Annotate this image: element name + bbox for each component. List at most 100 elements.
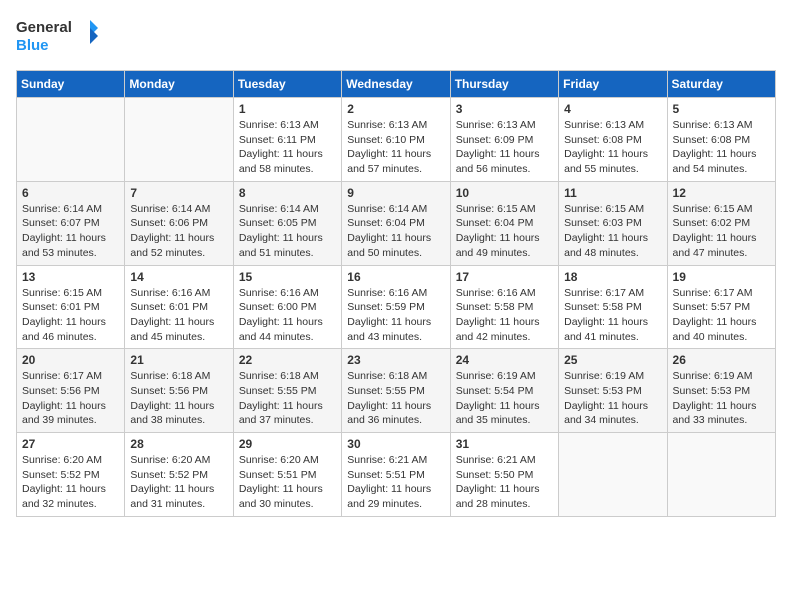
- calendar-cell: 9 Sunrise: 6:14 AM Sunset: 6:04 PM Daylig…: [342, 181, 450, 265]
- week-row-5: 27Sunrise: 6:20 AM Sunset: 5:52 PM Dayli…: [17, 433, 776, 517]
- calendar-cell: 7 Sunrise: 6:14 AM Sunset: 6:06 PM Daylig…: [125, 181, 233, 265]
- calendar-cell: 1 Sunrise: 6:13 AM Sunset: 6:11 PM Daylig…: [233, 98, 341, 182]
- day-number: 3: [456, 102, 553, 116]
- calendar-cell: 29 Sunrise: 6:20 AM Sunset: 5:51 PM Dayli…: [233, 433, 341, 517]
- calendar-cell: 8 Sunrise: 6:14 AM Sunset: 6:05 PM Daylig…: [233, 181, 341, 265]
- day-info: Sunrise: 6:20 AM Sunset: 5:51 PM Dayligh…: [239, 453, 336, 512]
- day-info: Sunrise: 6:17 AM Sunset: 5:58 PM Dayligh…: [564, 286, 661, 345]
- day-info: Sunrise: 6:14 AM Sunset: 6:05 PM Dayligh…: [239, 202, 336, 261]
- calendar-cell: 25 Sunrise: 6:19 AM Sunset: 5:53 PM Dayli…: [559, 349, 667, 433]
- day-info: Sunrise: 6:13 AM Sunset: 6:11 PM Dayligh…: [239, 118, 336, 177]
- weekday-header-friday: Friday: [559, 71, 667, 98]
- calendar-cell: 20 Sunrise: 6:17 AM Sunset: 5:56 PM Dayli…: [17, 349, 125, 433]
- weekday-header-monday: Monday: [125, 71, 233, 98]
- calendar-cell: 10Sunrise: 6:15 AM Sunset: 6:04 PM Dayli…: [450, 181, 558, 265]
- day-info: Sunrise: 6:15 AM Sunset: 6:01 PM Dayligh…: [22, 286, 119, 345]
- day-info: Sunrise: 6:16 AM Sunset: 6:00 PM Dayligh…: [239, 286, 336, 345]
- day-info: Sunrise: 6:13 AM Sunset: 6:10 PM Dayligh…: [347, 118, 444, 177]
- calendar-cell: 22Sunrise: 6:18 AM Sunset: 5:55 PM Dayli…: [233, 349, 341, 433]
- day-number: 10: [456, 186, 553, 200]
- week-row-3: 13 Sunrise: 6:15 AM Sunset: 6:01 PM Dayli…: [17, 265, 776, 349]
- day-number: 22: [239, 353, 336, 367]
- weekday-header-saturday: Saturday: [667, 71, 775, 98]
- day-info: Sunrise: 6:13 AM Sunset: 6:08 PM Dayligh…: [673, 118, 770, 177]
- day-info: Sunrise: 6:16 AM Sunset: 5:59 PM Dayligh…: [347, 286, 444, 345]
- calendar-cell: 31 Sunrise: 6:21 AM Sunset: 5:50 PM Dayli…: [450, 433, 558, 517]
- svg-text:Blue: Blue: [16, 37, 49, 54]
- day-number: 14: [130, 270, 227, 284]
- day-info: Sunrise: 6:16 AM Sunset: 5:58 PM Dayligh…: [456, 286, 553, 345]
- calendar-cell: 21 Sunrise: 6:18 AM Sunset: 5:56 PM Dayli…: [125, 349, 233, 433]
- day-number: 1: [239, 102, 336, 116]
- week-row-1: 1 Sunrise: 6:13 AM Sunset: 6:11 PM Daylig…: [17, 98, 776, 182]
- calendar-cell: 2 Sunrise: 6:13 AM Sunset: 6:10 PM Daylig…: [342, 98, 450, 182]
- day-number: 21: [130, 353, 227, 367]
- calendar-cell: 26 Sunrise: 6:19 AM Sunset: 5:53 PM Dayli…: [667, 349, 775, 433]
- day-info: Sunrise: 6:15 AM Sunset: 6:02 PM Dayligh…: [673, 202, 770, 261]
- day-number: 20: [22, 353, 119, 367]
- day-number: 6: [22, 186, 119, 200]
- day-number: 29: [239, 437, 336, 451]
- calendar-table: SundayMondayTuesdayWednesdayThursdayFrid…: [16, 70, 776, 517]
- calendar-cell: [559, 433, 667, 517]
- day-info: Sunrise: 6:18 AM Sunset: 5:56 PM Dayligh…: [130, 369, 227, 428]
- day-number: 5: [673, 102, 770, 116]
- day-number: 15: [239, 270, 336, 284]
- svg-text:General: General: [16, 19, 72, 36]
- calendar-cell: 14Sunrise: 6:16 AM Sunset: 6:01 PM Dayli…: [125, 265, 233, 349]
- day-info: Sunrise: 6:19 AM Sunset: 5:54 PM Dayligh…: [456, 369, 553, 428]
- day-info: Sunrise: 6:19 AM Sunset: 5:53 PM Dayligh…: [564, 369, 661, 428]
- day-info: Sunrise: 6:21 AM Sunset: 5:51 PM Dayligh…: [347, 453, 444, 512]
- day-number: 24: [456, 353, 553, 367]
- day-info: Sunrise: 6:14 AM Sunset: 6:07 PM Dayligh…: [22, 202, 119, 261]
- calendar-cell: 6 Sunrise: 6:14 AM Sunset: 6:07 PM Daylig…: [17, 181, 125, 265]
- logo: GeneralBlue: [16, 16, 101, 58]
- weekday-header-row: SundayMondayTuesdayWednesdayThursdayFrid…: [17, 71, 776, 98]
- calendar-cell: 18Sunrise: 6:17 AM Sunset: 5:58 PM Dayli…: [559, 265, 667, 349]
- page-header: GeneralBlue: [16, 16, 776, 58]
- calendar-cell: 12 Sunrise: 6:15 AM Sunset: 6:02 PM Dayli…: [667, 181, 775, 265]
- day-number: 25: [564, 353, 661, 367]
- day-number: 31: [456, 437, 553, 451]
- logo-svg: GeneralBlue: [16, 16, 101, 58]
- weekday-header-thursday: Thursday: [450, 71, 558, 98]
- day-number: 23: [347, 353, 444, 367]
- day-info: Sunrise: 6:14 AM Sunset: 6:04 PM Dayligh…: [347, 202, 444, 261]
- calendar-cell: [667, 433, 775, 517]
- day-number: 19: [673, 270, 770, 284]
- calendar-cell: 3 Sunrise: 6:13 AM Sunset: 6:09 PM Daylig…: [450, 98, 558, 182]
- day-number: 2: [347, 102, 444, 116]
- day-info: Sunrise: 6:17 AM Sunset: 5:56 PM Dayligh…: [22, 369, 119, 428]
- day-info: Sunrise: 6:17 AM Sunset: 5:57 PM Dayligh…: [673, 286, 770, 345]
- calendar-cell: 11Sunrise: 6:15 AM Sunset: 6:03 PM Dayli…: [559, 181, 667, 265]
- day-number: 9: [347, 186, 444, 200]
- day-number: 13: [22, 270, 119, 284]
- day-number: 16: [347, 270, 444, 284]
- calendar-cell: 30 Sunrise: 6:21 AM Sunset: 5:51 PM Dayli…: [342, 433, 450, 517]
- calendar-cell: 13 Sunrise: 6:15 AM Sunset: 6:01 PM Dayli…: [17, 265, 125, 349]
- day-number: 30: [347, 437, 444, 451]
- week-row-2: 6 Sunrise: 6:14 AM Sunset: 6:07 PM Daylig…: [17, 181, 776, 265]
- calendar-cell: [17, 98, 125, 182]
- day-info: Sunrise: 6:20 AM Sunset: 5:52 PM Dayligh…: [22, 453, 119, 512]
- day-info: Sunrise: 6:14 AM Sunset: 6:06 PM Dayligh…: [130, 202, 227, 261]
- calendar-cell: 16 Sunrise: 6:16 AM Sunset: 5:59 PM Dayli…: [342, 265, 450, 349]
- calendar-cell: 19 Sunrise: 6:17 AM Sunset: 5:57 PM Dayli…: [667, 265, 775, 349]
- day-info: Sunrise: 6:13 AM Sunset: 6:09 PM Dayligh…: [456, 118, 553, 177]
- day-number: 11: [564, 186, 661, 200]
- weekday-header-sunday: Sunday: [17, 71, 125, 98]
- day-number: 26: [673, 353, 770, 367]
- day-info: Sunrise: 6:13 AM Sunset: 6:08 PM Dayligh…: [564, 118, 661, 177]
- calendar-cell: 17Sunrise: 6:16 AM Sunset: 5:58 PM Dayli…: [450, 265, 558, 349]
- calendar-cell: 4Sunrise: 6:13 AM Sunset: 6:08 PM Daylig…: [559, 98, 667, 182]
- day-info: Sunrise: 6:21 AM Sunset: 5:50 PM Dayligh…: [456, 453, 553, 512]
- calendar-cell: 24 Sunrise: 6:19 AM Sunset: 5:54 PM Dayli…: [450, 349, 558, 433]
- day-info: Sunrise: 6:19 AM Sunset: 5:53 PM Dayligh…: [673, 369, 770, 428]
- day-number: 28: [130, 437, 227, 451]
- weekday-header-tuesday: Tuesday: [233, 71, 341, 98]
- day-number: 7: [130, 186, 227, 200]
- day-number: 12: [673, 186, 770, 200]
- day-number: 8: [239, 186, 336, 200]
- calendar-cell: 5 Sunrise: 6:13 AM Sunset: 6:08 PM Daylig…: [667, 98, 775, 182]
- week-row-4: 20 Sunrise: 6:17 AM Sunset: 5:56 PM Dayli…: [17, 349, 776, 433]
